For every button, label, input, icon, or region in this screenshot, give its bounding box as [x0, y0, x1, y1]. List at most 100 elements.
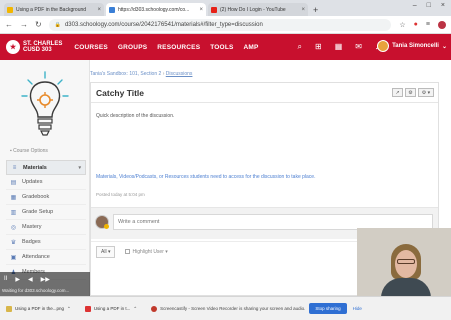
highlight-user-label: Highlight User ▾ — [132, 248, 168, 255]
breadcrumb-course-link[interactable]: Tania's Sandbox: 101, Section 2 — [90, 71, 161, 77]
play-icon[interactable]: ▶ — [15, 276, 20, 283]
nav-tools[interactable]: TOOLS — [210, 44, 233, 51]
forward-icon[interactable]: → — [20, 20, 28, 29]
discussion-toolbar: ↗ ⚙ ⚙ ▾ — [392, 88, 434, 97]
browser-tab-2[interactable]: https://d303.schoology.com/co... × — [106, 3, 206, 16]
highlight-user-toggle[interactable]: Highlight User ▾ — [125, 248, 168, 255]
filter-select[interactable]: All ▾ — [96, 245, 116, 258]
district-logo[interactable]: ★ ST. CHARLES CUSD 303 — [6, 40, 62, 54]
checkbox-icon — [125, 249, 131, 254]
stop-sharing-button[interactable]: Stop sharing — [309, 303, 347, 314]
nav-groups[interactable]: GROUPS — [118, 44, 147, 51]
chevron-up-icon[interactable]: ⌃ — [133, 306, 137, 312]
calendar-icon[interactable]: ▦ — [335, 42, 343, 52]
minimize-icon[interactable]: – — [413, 2, 417, 9]
user-name: Tania Simoncelli — [392, 43, 439, 49]
video-control-buttons: II ▶ ◀ ▶▶ — [4, 276, 50, 283]
mail-icon[interactable]: ✉ — [355, 42, 362, 52]
loading-status: Waiting for d303.schoology.com... — [2, 288, 70, 293]
extension-icons: ☆ ● ≡ — [399, 20, 446, 29]
share-message: Screencastify - Screen Video Recorder is… — [160, 306, 306, 311]
breadcrumb-discussions-link[interactable]: Discussions — [166, 71, 193, 77]
sidebar-item-materials[interactable]: ≡ Materials ▾ — [6, 160, 86, 175]
chevron-down-icon[interactable]: ▾ — [78, 165, 81, 171]
pause-icon[interactable]: II — [4, 276, 7, 283]
apps-grid-icon[interactable]: ⊞ — [315, 42, 322, 52]
url-text: d303.schoology.com/course/2042176541/mat… — [64, 21, 263, 28]
rewind-icon[interactable]: ◀ — [28, 276, 33, 283]
sidebar-item-label: Grade Setup — [22, 209, 54, 215]
recording-icon — [151, 305, 158, 312]
sidebar-item-label: Gradebook — [22, 194, 50, 200]
course-sidebar: ▪ Course Options ≡ Materials ▾ ▤ Updates… — [0, 60, 90, 296]
download-label: Using a PDF in the...png — [15, 306, 65, 311]
status-badge — [104, 224, 109, 229]
sidebar-item-badges[interactable]: ♛ Badges — [6, 235, 86, 250]
expand-icon[interactable]: ↗ — [392, 88, 403, 97]
sidebar-item-label: Badges — [22, 239, 41, 245]
tab-favicon — [211, 6, 217, 13]
discussion-description: Quick description of the discussion. — [96, 113, 175, 119]
download-item[interactable]: Using a PDF in the...png ⌃ — [6, 305, 71, 312]
gradebook-icon: ▦ — [10, 194, 17, 201]
nav-resources[interactable]: RESOURCES — [157, 44, 200, 51]
sidebar-item-grade-setup[interactable]: ▥ Grade Setup — [6, 205, 86, 220]
sidebar-item-label: Attendance — [22, 254, 50, 260]
star-icon[interactable]: ☆ — [399, 21, 405, 29]
materials-link[interactable]: Materials, Videos/Podcasts, or Resources… — [96, 174, 315, 180]
close-tab-icon[interactable]: × — [199, 7, 203, 13]
chevron-down-icon: ⌄ — [441, 43, 447, 50]
hide-button[interactable]: Hide — [353, 306, 362, 311]
posted-timestamp: Posted today at 5:04 pm — [96, 192, 145, 197]
address-bar-row: ← → ↻ 🔒 d303.schoology.com/course/204217… — [0, 16, 451, 34]
user-menu[interactable]: Tania Simoncelli ⌄ — [377, 40, 447, 52]
reload-icon[interactable]: ↻ — [35, 20, 42, 29]
breadcrumb: Tania's Sandbox: 101, Section 2 › Discus… — [90, 71, 192, 77]
close-window-icon[interactable]: × — [441, 2, 445, 9]
download-item[interactable]: Using a PDF in t... ⌃ — [84, 305, 137, 312]
sidebar-item-attendance[interactable]: ▣ Attendance — [6, 250, 86, 265]
nav-amp[interactable]: AMP — [244, 44, 259, 51]
schoology-header: ★ ST. CHARLES CUSD 303 COURSES GROUPS RE… — [0, 34, 451, 60]
file-icon — [6, 305, 12, 312]
window-controls: – □ × — [413, 2, 445, 9]
browser-tab-3[interactable]: (2) How Do I Login - YouTube × — [208, 3, 308, 16]
bottom-bar: Using a PDF in the...png ⌃ Using a PDF i… — [0, 296, 451, 320]
chevron-up-icon[interactable]: ⌃ — [67, 306, 71, 312]
tab-title: Using a PDF in the Background — [16, 6, 87, 13]
screencastify-icon[interactable]: ● — [414, 21, 418, 29]
profile-avatar[interactable] — [438, 20, 446, 29]
lightbulb-icon — [21, 71, 69, 136]
sidebar-item-mastery[interactable]: ◎ Mastery — [6, 220, 86, 235]
header-icons: ⌕ ⊞ ▦ ✉ ♫ — [298, 42, 381, 52]
logo-text: ST. CHARLES CUSD 303 — [23, 41, 62, 53]
sidebar-item-label: Updates — [22, 179, 43, 185]
logo-line2: CUSD 303 — [23, 47, 52, 53]
webcam-person-glasses — [397, 259, 415, 264]
video-controls-overlay: II ▶ ◀ ▶▶ Waiting for d303.schoology.com… — [0, 272, 90, 296]
badges-icon: ♛ — [10, 239, 17, 246]
close-tab-icon[interactable]: × — [97, 7, 101, 13]
gear-dropdown-button[interactable]: ⚙ ▾ — [418, 88, 434, 97]
screen-share-notice: Screencastify - Screen Video Recorder is… — [151, 305, 306, 312]
new-tab-button[interactable]: + — [313, 5, 318, 15]
maximize-icon[interactable]: □ — [427, 2, 431, 9]
close-tab-icon[interactable]: × — [301, 7, 305, 13]
sidebar-item-label: Mastery — [22, 224, 42, 230]
updates-icon: ▤ — [10, 179, 17, 186]
tab-favicon — [109, 6, 115, 13]
settings-icon[interactable]: ⚙ — [405, 88, 416, 97]
browser-tab-1[interactable]: Using a PDF in the Background × — [4, 3, 104, 16]
webcam-overlay[interactable] — [357, 228, 451, 302]
sidebar-item-updates[interactable]: ▤ Updates — [6, 175, 86, 190]
fast-forward-icon[interactable]: ▶▶ — [41, 276, 50, 283]
extensions-icon[interactable]: ≡ — [426, 21, 430, 29]
discussion-header: Catchy Title — [91, 83, 438, 103]
course-options-link[interactable]: ▪ Course Options — [10, 148, 48, 154]
sidebar-item-gradebook[interactable]: ▦ Gradebook — [6, 190, 86, 205]
url-input[interactable]: 🔒 d303.schoology.com/course/2042176541/m… — [48, 18, 392, 31]
nav-courses[interactable]: COURSES — [74, 44, 108, 51]
back-icon[interactable]: ← — [5, 20, 13, 29]
search-icon[interactable]: ⌕ — [298, 42, 302, 52]
browser-tab-bar: Using a PDF in the Background × https://… — [0, 0, 451, 16]
